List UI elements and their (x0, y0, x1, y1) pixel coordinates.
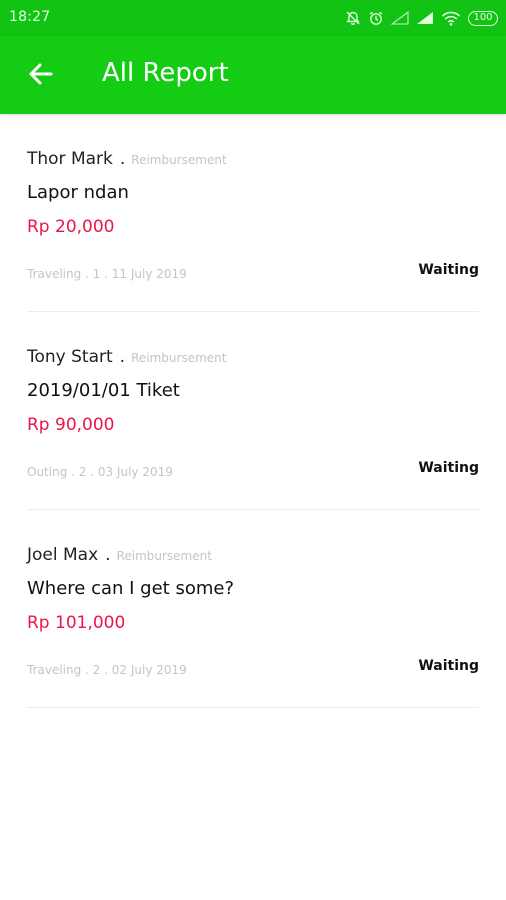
report-meta: Traveling . 2 . 02 July 2019 (27, 663, 187, 677)
signal-weak-icon (391, 11, 409, 25)
alarm-off-icon (345, 10, 361, 26)
report-amount: Rp 20,000 (27, 217, 115, 237)
battery-icon: 100 (468, 10, 498, 26)
status-label: Waiting (418, 262, 479, 278)
header-separator: . (105, 545, 111, 565)
report-meta: Outing . 2 . 03 July 2019 (27, 465, 173, 479)
report-item[interactable]: Tony Start . Reimbursement 2019/01/01 Ti… (0, 312, 506, 510)
wifi-icon (441, 11, 461, 26)
reporter-name: Tony Start (27, 347, 113, 367)
report-title: 2019/01/01 Tiket (27, 380, 180, 401)
reporter-name: Thor Mark (27, 149, 113, 169)
status-time: 18:27 (9, 9, 51, 25)
status-bar: 18:27 100 (0, 0, 506, 36)
report-header: Joel Max . Reimbursement (27, 545, 212, 565)
header-separator: . (119, 149, 126, 169)
report-item[interactable]: Joel Max . Reimbursement Where can I get… (0, 510, 506, 708)
report-type: Reimbursement (131, 153, 227, 167)
arrow-left-icon (28, 61, 54, 91)
report-list: Thor Mark . Reimbursement Lapor ndan Rp … (0, 114, 506, 708)
page-title: All Report (102, 58, 229, 88)
report-header: Tony Start . Reimbursement (27, 347, 226, 367)
report-type: Reimbursement (131, 351, 227, 365)
report-amount: Rp 101,000 (27, 613, 126, 633)
alarm-clock-icon (368, 10, 384, 26)
header-separator: . (119, 347, 126, 367)
signal-strong-icon (416, 11, 434, 25)
back-button[interactable] (24, 59, 58, 93)
status-icons: 100 (345, 7, 498, 29)
report-title: Where can I get some? (27, 578, 234, 599)
reporter-name: Joel Max (27, 545, 99, 565)
status-label: Waiting (418, 658, 479, 674)
report-type: Reimbursement (116, 549, 212, 563)
screen: 18:27 100 All Report Thor Mark . Reimbur… (0, 0, 506, 900)
report-header: Thor Mark . Reimbursement (27, 149, 227, 169)
report-title: Lapor ndan (27, 182, 129, 203)
report-meta: Traveling . 1 . 11 July 2019 (27, 267, 187, 281)
divider (27, 707, 479, 708)
app-bar: All Report (0, 36, 506, 114)
report-amount: Rp 90,000 (27, 415, 115, 435)
report-item[interactable]: Thor Mark . Reimbursement Lapor ndan Rp … (0, 114, 506, 312)
status-label: Waiting (418, 460, 479, 476)
